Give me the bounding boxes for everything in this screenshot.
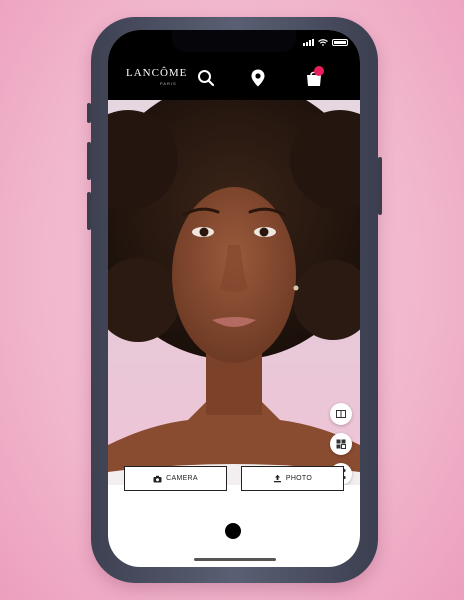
- phone-screen: LANCÔME PARIS CAMERA PHOTO: [108, 30, 360, 567]
- volume-down-button: [87, 192, 91, 230]
- gallery-icon: [336, 439, 346, 449]
- camera-button[interactable]: CAMERA: [124, 466, 227, 491]
- photo-button[interactable]: PHOTO: [241, 466, 344, 491]
- photo-button-label: PHOTO: [285, 475, 313, 482]
- compare-button[interactable]: [330, 403, 352, 425]
- status-bar: [108, 30, 360, 56]
- search-icon[interactable]: [196, 68, 216, 88]
- battery-icon: [332, 39, 348, 46]
- power-button: [378, 157, 382, 215]
- shutter-button[interactable]: [225, 523, 241, 539]
- compare-icon: [336, 410, 346, 418]
- wifi-icon: [318, 39, 328, 46]
- try-on-photo: [108, 100, 360, 485]
- volume-up-button: [87, 142, 91, 180]
- app-header: LANCÔME PARIS: [108, 56, 360, 100]
- location-pin-icon[interactable]: [248, 68, 268, 88]
- camera-icon: [153, 475, 162, 482]
- bag-count-badge: [314, 66, 324, 76]
- gallery-button[interactable]: [330, 433, 352, 455]
- notch: [172, 30, 296, 52]
- bag-button[interactable]: [304, 66, 324, 88]
- brand-logo[interactable]: LANCÔME: [126, 67, 187, 79]
- silent-switch: [87, 103, 91, 123]
- cellular-signal-icon: [303, 39, 314, 46]
- camera-button-label: CAMERA: [166, 475, 198, 482]
- upload-icon: [273, 474, 281, 483]
- brand-logo-sub: PARIS: [160, 81, 177, 86]
- model-portrait: [108, 100, 360, 485]
- capture-options: CAMERA PHOTO: [124, 466, 344, 491]
- home-indicator[interactable]: [194, 558, 276, 561]
